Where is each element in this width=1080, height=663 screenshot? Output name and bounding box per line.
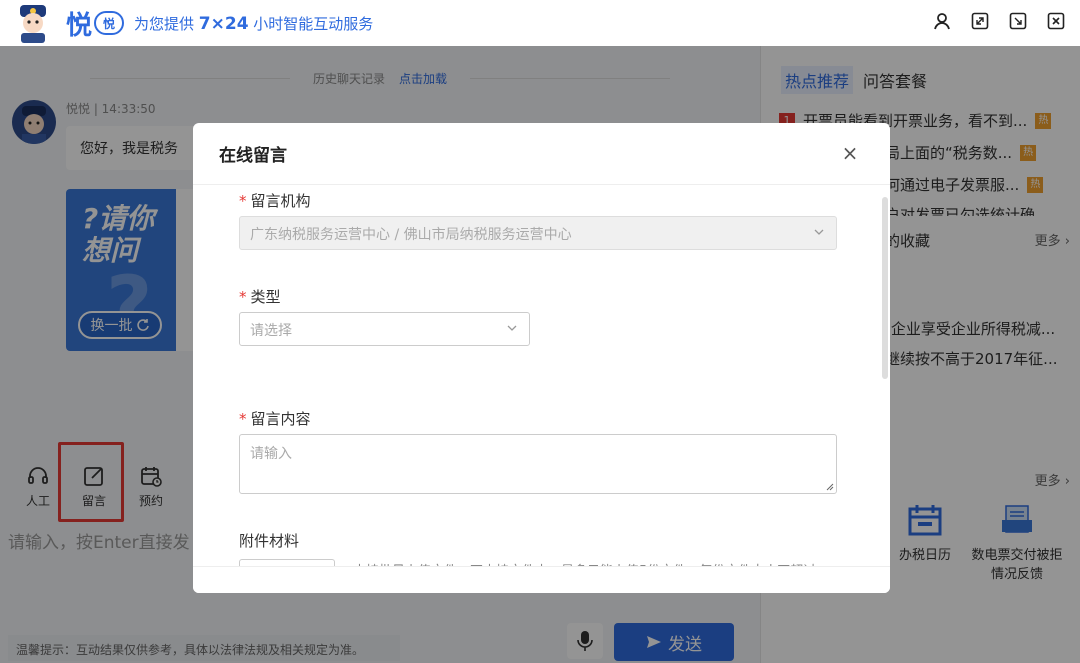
app-header: 悦 悦 为您提供 7×24 小时智能互动服务: [0, 0, 1080, 46]
chevron-down-icon: [507, 325, 517, 331]
resize-handle-icon[interactable]: [826, 483, 834, 491]
brand-badge: 悦: [94, 11, 125, 35]
fullscreen-icon[interactable]: [970, 11, 990, 31]
brand-text: 悦: [66, 10, 93, 41]
tagline-prefix: 为您提供: [134, 14, 199, 33]
modal-header: 在线留言: [193, 123, 890, 185]
org-label: * 留言机构: [239, 192, 311, 210]
modal-footer: [193, 566, 890, 593]
content-placeholder: 请输入: [250, 446, 292, 462]
org-select: 广东纳税服务运营中心 / 佛山市局纳税服务运营中心: [239, 216, 837, 250]
user-icon[interactable]: [932, 11, 952, 31]
modal-title: 在线留言: [219, 146, 287, 166]
modal-scrollbar[interactable]: [882, 197, 888, 379]
brand-logo: 悦 悦: [66, 5, 125, 42]
content-label-text: 留言内容: [250, 410, 311, 428]
org-label-text: 留言机构: [250, 192, 311, 210]
close-window-icon[interactable]: [1046, 11, 1066, 31]
modal-body: * 留言机构 广东纳税服务运营中心 / 佛山市局纳税服务运营中心 * 类型 请选择 …: [193, 186, 890, 566]
attach-label: 附件材料: [239, 532, 300, 550]
type-label-text: 类型: [250, 288, 281, 306]
type-select[interactable]: 请选择: [239, 312, 530, 346]
type-select-placeholder: 请选择: [250, 323, 292, 339]
type-label: * 类型: [239, 288, 281, 306]
close-icon[interactable]: ×: [840, 143, 860, 163]
upload-button[interactable]: [239, 559, 335, 566]
content-textarea[interactable]: 请输入: [239, 434, 837, 494]
content-label: * 留言内容: [239, 410, 311, 428]
leave-message-modal: 在线留言 × * 留言机构 广东纳税服务运营中心 / 佛山市局纳税服务运营中心 *…: [193, 123, 890, 593]
tagline: 为您提供 7×24 小时智能互动服务: [134, 13, 373, 34]
chevron-down-icon: [814, 229, 824, 235]
tagline-bold: 7×24: [198, 13, 249, 34]
tagline-suffix: 小时智能互动服务: [248, 14, 374, 33]
minimize-icon[interactable]: [1008, 11, 1028, 31]
assistant-avatar-icon: [16, 3, 50, 43]
org-select-value: 广东纳税服务运营中心 / 佛山市局纳税服务运营中心: [250, 227, 572, 243]
